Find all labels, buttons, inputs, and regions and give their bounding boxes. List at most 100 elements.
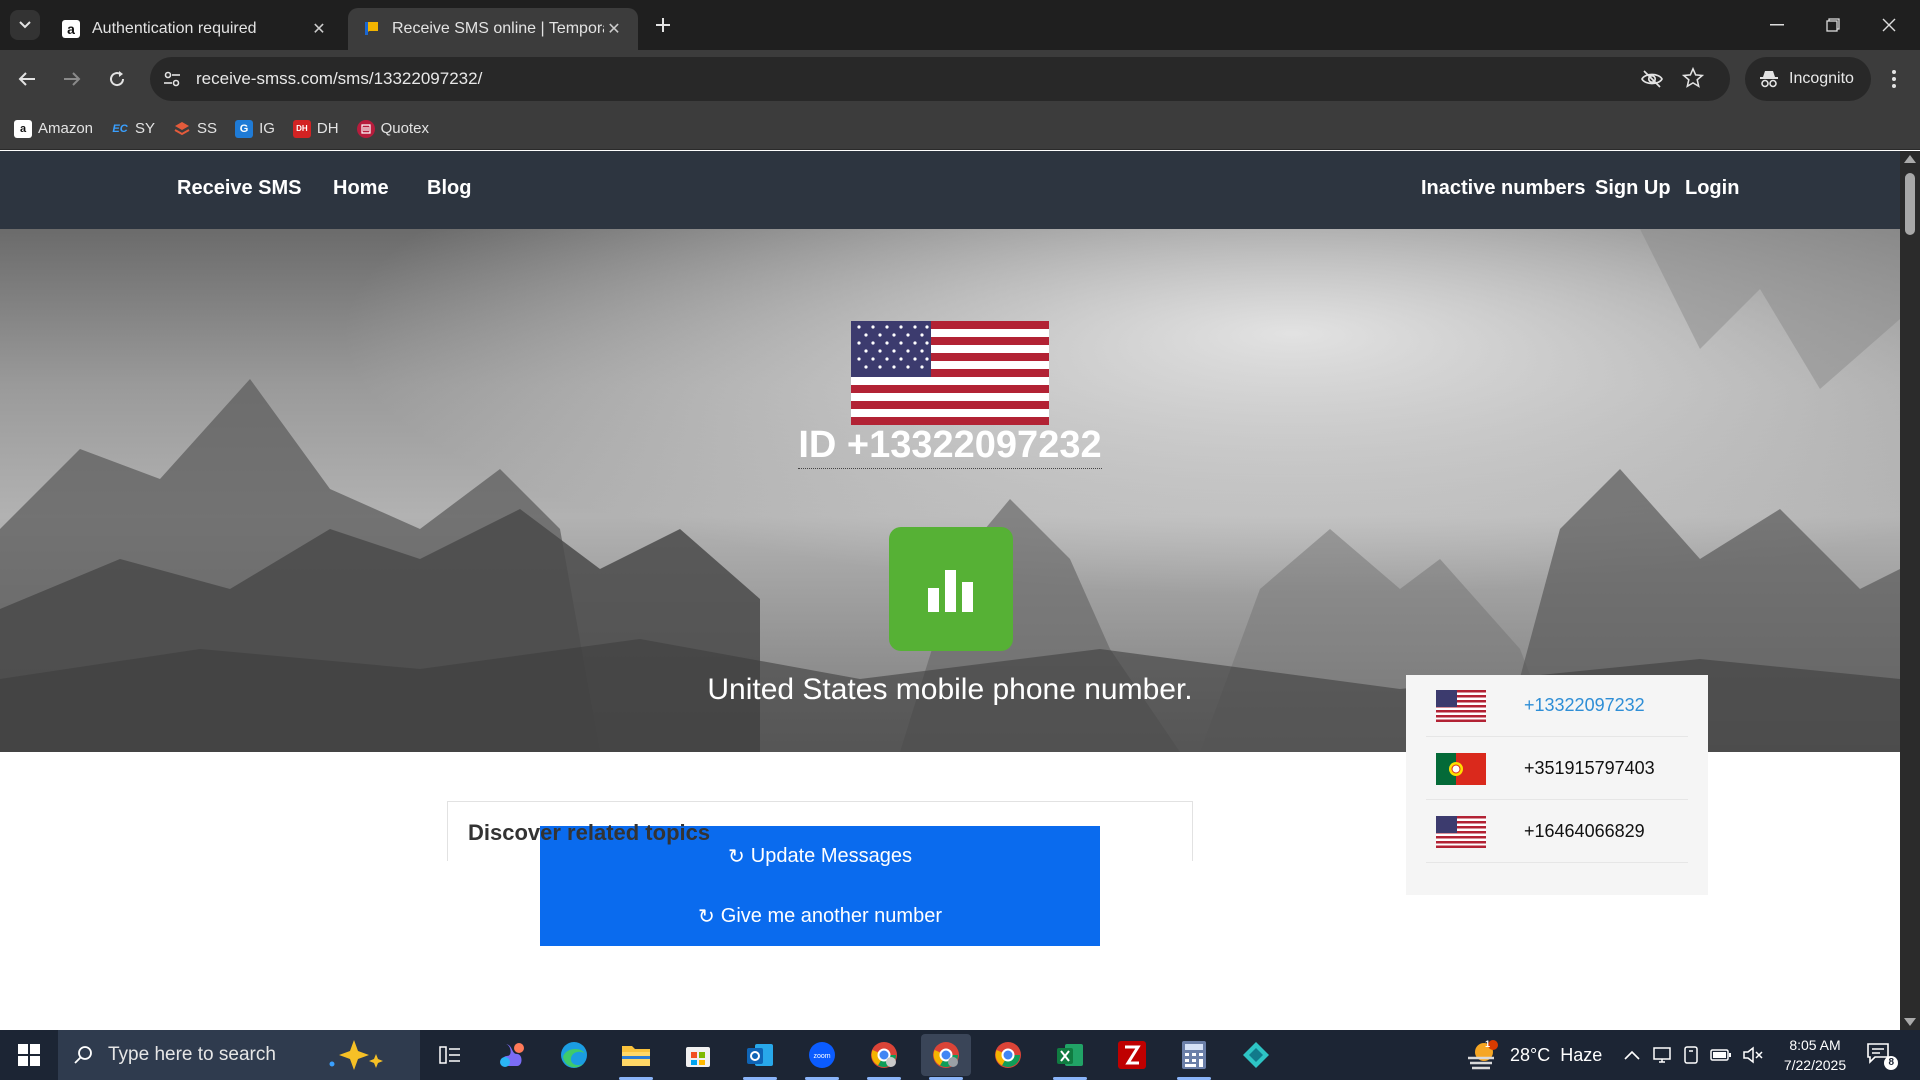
- browser-toolbar: receive-smss.com/sms/13322097232/ Incogn…: [0, 50, 1920, 108]
- minimize-button[interactable]: [1754, 0, 1800, 50]
- stats-button[interactable]: [889, 527, 1013, 651]
- taskbar-chrome-profile-1[interactable]: [859, 1034, 909, 1080]
- taskbar-chrome-profile-2[interactable]: [921, 1034, 971, 1080]
- site-info-icon[interactable]: [160, 67, 184, 91]
- another-number-button[interactable]: ↻ Give me another number: [540, 886, 1100, 946]
- close-tab-icon[interactable]: ✕: [309, 19, 329, 39]
- taskbar-search-box[interactable]: Type here to search: [58, 1030, 420, 1080]
- amazon-icon: a: [14, 119, 32, 138]
- page-scrollbar[interactable]: [1900, 151, 1920, 1030]
- reload-button[interactable]: [101, 63, 133, 95]
- bookmark-quotex[interactable]: Quotex: [356, 119, 429, 138]
- sidebar-number-row[interactable]: +16464066829: [1426, 801, 1688, 863]
- nav-sign-up[interactable]: Sign Up: [1595, 177, 1671, 200]
- taskbar-excel[interactable]: [1045, 1034, 1095, 1080]
- battery-icon[interactable]: [1710, 1048, 1732, 1062]
- chrome-icon: [931, 1040, 961, 1070]
- ec-icon: EC: [112, 122, 128, 135]
- nav-login[interactable]: Login: [1685, 177, 1739, 200]
- bookmark-sy[interactable]: EC SY: [111, 120, 155, 138]
- plus-icon: [655, 17, 671, 33]
- scroll-down-icon[interactable]: [1904, 1018, 1916, 1026]
- chevron-up-icon[interactable]: [1624, 1050, 1640, 1060]
- diamond-app-icon: [1241, 1040, 1271, 1070]
- phone-id-text[interactable]: ID +13322097232: [798, 424, 1102, 469]
- svg-text:zoom: zoom: [813, 1053, 830, 1060]
- restore-button[interactable]: [1810, 0, 1856, 50]
- volume-muted-icon[interactable]: [1742, 1046, 1764, 1064]
- taskbar-clock[interactable]: 8:05 AM 7/22/2025: [1772, 1035, 1858, 1075]
- sidebar-number-row[interactable]: +13322097232: [1426, 675, 1688, 737]
- us-flag-icon: [851, 321, 1049, 425]
- copilot-sparkle-icon[interactable]: [324, 1038, 394, 1072]
- sidebar-number[interactable]: +13322097232: [1524, 695, 1645, 716]
- windows-taskbar: Type here to search zoom 1 28°C Haze 8:0…: [0, 1030, 1920, 1080]
- nav-brand-receive-sms[interactable]: Receive SMS: [177, 177, 302, 200]
- taskbar-store[interactable]: [673, 1034, 723, 1076]
- incognito-profile-button[interactable]: Incognito: [1745, 57, 1871, 101]
- nav-blog[interactable]: Blog: [427, 177, 471, 200]
- back-button[interactable]: [11, 63, 43, 95]
- task-view-button[interactable]: [425, 1034, 475, 1076]
- nav-inactive-numbers[interactable]: Inactive numbers: [1421, 177, 1586, 200]
- scrollbar-thumb[interactable]: [1905, 173, 1915, 235]
- nav-home[interactable]: Home: [333, 177, 389, 200]
- display-icon[interactable]: [1652, 1046, 1672, 1064]
- browser-menu-button[interactable]: [1880, 64, 1908, 94]
- eye-off-icon[interactable]: [1640, 67, 1664, 91]
- bar-chart-icon: [926, 564, 976, 614]
- tab-strip: a Authentication required ✕ Receive SMS …: [0, 0, 1920, 50]
- sidebar-number-row[interactable]: +351915797403: [1426, 738, 1688, 800]
- taskbar-app-diamond[interactable]: [1231, 1034, 1281, 1076]
- bookmark-dh[interactable]: DH DH: [292, 119, 339, 138]
- taskbar-filezilla[interactable]: [1107, 1034, 1157, 1076]
- address-bar[interactable]: receive-smss.com/sms/13322097232/: [150, 57, 1730, 101]
- bookmark-ig[interactable]: G IG: [235, 119, 275, 138]
- clock-date: 7/22/2025: [1783, 1057, 1847, 1073]
- close-tab-icon[interactable]: ✕: [604, 19, 624, 39]
- weather-widget[interactable]: 1 28°C Haze: [1466, 1030, 1602, 1080]
- taskbar-copilot[interactable]: [487, 1034, 537, 1076]
- close-window-button[interactable]: [1866, 0, 1912, 50]
- bookmark-star-icon[interactable]: [1682, 67, 1704, 89]
- start-button[interactable]: [0, 1030, 58, 1080]
- taskbar-zoom[interactable]: zoom: [797, 1034, 847, 1080]
- tab-search-button[interactable]: [10, 10, 40, 40]
- bookmark-ss[interactable]: SS: [173, 120, 217, 138]
- task-view-icon: [439, 1045, 461, 1065]
- system-tray: [1624, 1030, 1764, 1080]
- taskbar-file-explorer[interactable]: [611, 1034, 661, 1080]
- taskbar-calculator[interactable]: [1169, 1034, 1219, 1080]
- forward-button[interactable]: [56, 63, 88, 95]
- folder-icon: [621, 1042, 651, 1068]
- tab-title: Authentication required: [92, 20, 257, 37]
- taskbar-outlook[interactable]: [735, 1034, 785, 1080]
- devices-icon[interactable]: [1682, 1045, 1700, 1065]
- bookmark-label: Quotex: [380, 120, 429, 137]
- chrome-icon: [993, 1040, 1023, 1070]
- tab-authentication[interactable]: a Authentication required ✕: [48, 8, 343, 50]
- sidebar-number[interactable]: +351915797403: [1524, 758, 1655, 779]
- notification-center-button[interactable]: 8: [1866, 1042, 1898, 1070]
- taskbar-edge[interactable]: [549, 1034, 599, 1076]
- phone-id-heading: ID +13322097232: [0, 424, 1900, 469]
- copilot-icon: [497, 1040, 527, 1070]
- calculator-icon: [1182, 1041, 1206, 1069]
- url-text: receive-smss.com/sms/13322097232/: [196, 69, 483, 88]
- close-icon: [1882, 18, 1896, 32]
- scroll-up-icon[interactable]: [1904, 155, 1916, 163]
- new-tab-button[interactable]: [650, 12, 676, 38]
- web-page: Receive SMS Home Blog Inactive numbers S…: [0, 151, 1900, 1030]
- us-flag-icon: [1436, 815, 1486, 848]
- arrow-right-icon: [63, 71, 81, 87]
- taskbar-chrome[interactable]: [983, 1034, 1033, 1076]
- store-icon: [684, 1041, 712, 1069]
- notification-count: 8: [1884, 1056, 1898, 1070]
- numbers-sidebar: +13322097232 +351915797403 +16464066829: [1406, 675, 1708, 895]
- quotex-icon: [356, 119, 375, 138]
- sidebar-number[interactable]: +16464066829: [1524, 821, 1645, 842]
- bookmark-amazon[interactable]: a Amazon: [14, 119, 93, 138]
- another-number-label: Give me another number: [720, 904, 942, 927]
- dh-icon: DH: [292, 119, 311, 138]
- tab-receive-sms[interactable]: Receive SMS online | Temporary ✕: [348, 8, 638, 50]
